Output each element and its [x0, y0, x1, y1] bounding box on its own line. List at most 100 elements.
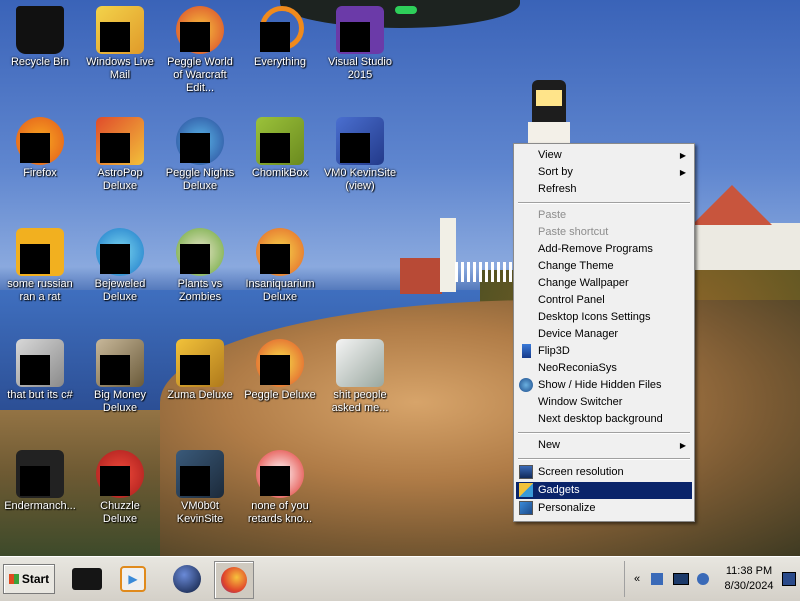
desktop-icon-label: that but its c#	[7, 389, 73, 401]
menu-item-refresh[interactable]: Refresh	[516, 181, 692, 198]
menu-item-label: New	[538, 439, 561, 451]
redaction-box	[100, 244, 130, 274]
menu-item-change-wallpaper[interactable]: Change Wallpaper	[516, 275, 692, 292]
desktop-icon-bejeweled[interactable]: Bejeweled Deluxe	[80, 228, 160, 304]
desktop-icon-label: AstroPop Deluxe	[97, 167, 143, 192]
start-button[interactable]: Start	[3, 564, 55, 594]
desktop-icon-windows-live-mail[interactable]: Windows Live Mail	[80, 6, 160, 82]
redaction-box	[100, 22, 130, 52]
redaction-box	[340, 22, 370, 52]
menu-item-window-switcher[interactable]: Window Switcher	[516, 394, 692, 411]
menu-item-label: Screen resolution	[538, 466, 624, 478]
menu-item-flip3d[interactable]: Flip3D	[516, 343, 692, 360]
show-hidden-icons-chevron-icon[interactable]: «	[629, 571, 645, 587]
menu-item-view[interactable]: View ▶	[516, 147, 692, 164]
desktop-icon-peggle-deluxe[interactable]: Peggle Deluxe	[240, 339, 320, 402]
menu-item-change-theme[interactable]: Change Theme	[516, 258, 692, 275]
desktop-context-menu[interactable]: View ▶ Sort by ▶ Refresh Paste Paste short…	[513, 143, 695, 522]
desktop-icon-vm0b0t-kevinsite[interactable]: VM0b0t KevinSite	[160, 450, 240, 526]
menu-item-show-hide-hidden-files[interactable]: Show / Hide Hidden Files	[516, 377, 692, 394]
desktop-icon-everything[interactable]: Everything	[240, 6, 320, 69]
redaction-box	[180, 355, 210, 385]
desktop-icon-big-money[interactable]: Big Money Deluxe	[80, 339, 160, 415]
desktop-icon-label: Zuma Deluxe	[167, 389, 233, 401]
desktop-icon-peggle-wow[interactable]: Peggle World of Warcraft Edit...	[160, 6, 240, 95]
desktop-icon-firefox[interactable]: Firefox	[0, 117, 80, 180]
menu-item-screen-resolution[interactable]: Screen resolution	[516, 464, 692, 481]
menu-item-paste-shortcut: Paste shortcut	[516, 224, 692, 241]
menu-item-label: Flip3D	[538, 345, 570, 357]
menu-item-label: View	[538, 149, 562, 161]
desktop-icon-peggle-nights[interactable]: Peggle Nights Deluxe	[160, 117, 240, 193]
menu-item-label: Paste	[538, 209, 567, 221]
menu-item-device-manager[interactable]: Device Manager	[516, 326, 692, 343]
desktop-icon-label: Everything	[254, 56, 306, 68]
menu-item-personalize[interactable]: Personalize	[516, 500, 692, 517]
redaction-box	[100, 466, 130, 496]
taskbar-app-globe[interactable]	[168, 561, 206, 597]
desktop-icon-zuma[interactable]: Zuma Deluxe	[160, 339, 240, 402]
desktop-icon-label: Plants vs Zombies	[177, 278, 223, 303]
menu-item-desktop-icons-settings[interactable]: Desktop Icons Settings	[516, 309, 692, 326]
clock[interactable]: 11:38 PM 8/30/2024	[719, 564, 779, 594]
desktop-icon-none-of-you[interactable]: none of you retards kno...	[240, 450, 320, 526]
desktop-icon-endermanch[interactable]: Endermanch...	[0, 450, 80, 513]
media-file-icon	[336, 339, 384, 387]
personalize-icon	[519, 501, 533, 515]
monitor-icon[interactable]	[673, 571, 689, 587]
menu-item-label: Show / Hide Hidden Files	[538, 379, 662, 391]
menu-item-new[interactable]: New ▶	[516, 437, 692, 454]
desktop-icon-label: Insaniquarium Deluxe	[245, 278, 315, 303]
desktop-icon-label: none of you retards kno...	[247, 500, 313, 525]
menu-item-neoreconiasys[interactable]: NeoReconiaSys	[516, 360, 692, 377]
desktop-icon-some-russian[interactable]: some russian ran a rat	[0, 228, 80, 304]
desktop-icon-visual-studio[interactable]: Visual Studio 2015	[320, 6, 400, 82]
taskbar-app-media-player[interactable]: ▶	[114, 561, 152, 597]
taskbar-app-terminal[interactable]	[68, 561, 106, 597]
redaction-box	[20, 244, 50, 274]
menu-item-sort-by[interactable]: Sort by ▶	[516, 164, 692, 181]
desktop-icon-label: Peggle Deluxe	[244, 389, 316, 401]
menu-item-gadgets[interactable]: Gadgets	[516, 482, 692, 499]
wallpaper-tower	[440, 218, 456, 292]
desktop-icon-that-but-its-csharp[interactable]: that but its c#	[0, 339, 80, 402]
submenu-arrow-icon: ▶	[679, 151, 686, 160]
desktop-icon-label: VM0b0t KevinSite	[176, 500, 224, 525]
menu-item-label: Sort by	[538, 166, 573, 178]
menu-item-control-panel[interactable]: Control Panel	[516, 292, 692, 309]
desktop-icon-shit-people-asked[interactable]: shit people asked me...	[320, 339, 400, 415]
menu-separator	[518, 432, 690, 434]
redaction-box	[180, 466, 210, 496]
taskbar-app-firefox[interactable]	[214, 561, 254, 599]
globe-icon	[173, 565, 201, 593]
desktop-icon-insaniquarium[interactable]: Insaniquarium Deluxe	[240, 228, 320, 304]
network-icon[interactable]	[649, 571, 665, 587]
volume-icon[interactable]	[695, 571, 711, 587]
recycle-bin-icon	[16, 6, 64, 54]
desktop-icon-label: Endermanch...	[4, 500, 76, 512]
menu-item-label: Control Panel	[538, 294, 605, 306]
taskbar: Start ▶ « 11:38 PM 8/30/2024	[0, 556, 800, 601]
globe-icon	[519, 378, 533, 392]
desktop-icon-label: shit people asked me...	[331, 389, 389, 414]
menu-item-label: Paste shortcut	[538, 226, 609, 238]
desktop-icon-recycle-bin[interactable]: Recycle Bin	[0, 6, 80, 69]
menu-item-add-remove-programs[interactable]: Add-Remove Programs	[516, 241, 692, 258]
desktop[interactable]: Recycle Bin Windows Live Mail Peggle Wor…	[0, 0, 800, 556]
desktop-icon-label: Peggle World of Warcraft Edit...	[167, 56, 233, 94]
desktop-icon-astropop[interactable]: AstroPop Deluxe	[80, 117, 160, 193]
desktop-icon-label: Chuzzle Deluxe	[100, 500, 140, 525]
menu-separator	[518, 202, 690, 204]
desktop-icon-chomikbox[interactable]: ChomikBox	[240, 117, 320, 180]
desktop-icon-label: VM0 KevinSite (view)	[323, 167, 397, 192]
submenu-arrow-icon: ▶	[679, 441, 686, 450]
clock-date: 8/30/2024	[724, 580, 774, 592]
desktop-icon-label: Windows Live Mail	[86, 56, 154, 81]
wallpaper-cottage	[400, 258, 442, 294]
show-desktop-icon[interactable]	[781, 571, 797, 587]
monitor-icon	[519, 465, 533, 479]
desktop-icon-vm0-kevinsite-view[interactable]: VM0 KevinSite (view)	[320, 117, 400, 193]
desktop-icon-chuzzle[interactable]: Chuzzle Deluxe	[80, 450, 160, 526]
desktop-icon-plants-vs-zombies[interactable]: Plants vs Zombies	[160, 228, 240, 304]
menu-item-next-desktop-background[interactable]: Next desktop background	[516, 411, 692, 428]
